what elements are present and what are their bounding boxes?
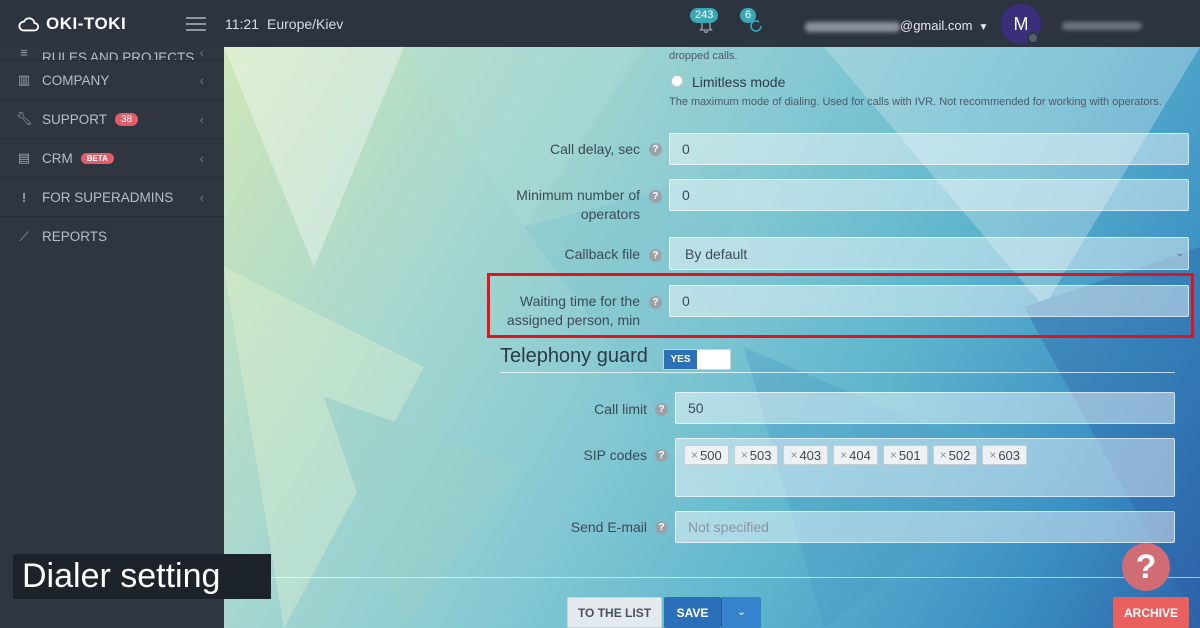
remove-icon[interactable]: ×	[741, 448, 748, 462]
remove-icon[interactable]: ×	[989, 448, 996, 462]
chevron-left-icon: ‹	[199, 47, 204, 60]
limitless-label: Limitless mode	[692, 74, 786, 90]
logo[interactable]: OKI-TOKI	[18, 14, 178, 34]
chevron-left-icon: ‹	[199, 150, 204, 166]
call-limit-label: Call limit	[594, 401, 647, 417]
send-email-label: Send E-mail	[570, 519, 647, 535]
top-bar: OKI-TOKI 11:21 Europe/Kiev 243 6 @gmail.…	[0, 0, 1200, 47]
menu-toggle-icon[interactable]	[186, 16, 206, 31]
help-icon[interactable]: ?	[649, 190, 662, 203]
sip-code-tag[interactable]: × 503	[733, 445, 779, 465]
wrench-icon: 🔧︎	[15, 111, 33, 126]
sidebar-item-label: SUPPORT	[42, 111, 108, 127]
help-icon[interactable]: ?	[655, 449, 668, 462]
chevron-down-icon: ⌄	[1175, 248, 1184, 259]
support-badge: 38	[115, 112, 139, 126]
sidebar-item-reports[interactable]: ⟋ REPORTS	[0, 217, 224, 256]
sip-code-tag[interactable]: × 501	[882, 445, 928, 465]
email-domain: @gmail.com	[900, 18, 973, 33]
sidebar-item-label: REPORTS	[42, 229, 108, 244]
exclamation-icon: !	[21, 189, 27, 205]
help-fab-icon[interactable]: ?	[1122, 543, 1170, 591]
help-icon[interactable]: ?	[655, 521, 668, 534]
chevron-left-icon: ‹	[199, 111, 204, 127]
telephony-guard-title: Telephony guard	[500, 345, 648, 367]
calls-button[interactable]: 6	[740, 8, 770, 38]
chevron-left-icon: ‹	[199, 72, 204, 88]
sidebar: ≡ RULES AND PROJECTS ‹ ▥ COMPANY ‹ 🔧︎ SU…	[0, 47, 224, 628]
call-delay-label: Call delay, sec	[549, 141, 640, 157]
crm-icon: ▤	[17, 150, 31, 165]
remove-icon[interactable]: ×	[940, 448, 947, 462]
sidebar-item-company[interactable]: ▥ COMPANY ‹	[0, 61, 224, 100]
timezone: Europe/Kiev	[267, 15, 344, 32]
min-operators-input[interactable]: 0	[669, 179, 1189, 211]
clock-time: 11:21	[225, 15, 259, 32]
callback-file-value: By default	[685, 245, 748, 262]
telephony-guard-toggle[interactable]: YES	[663, 349, 731, 370]
username-blurred	[1062, 22, 1142, 30]
remove-icon[interactable]: ×	[840, 448, 847, 462]
sidebar-item-label: RULES AND PROJECTS	[42, 50, 195, 61]
callback-file-label: Callback file	[564, 246, 640, 262]
chart-icon: ▥	[17, 72, 31, 87]
footer-divider	[224, 577, 1200, 578]
chevron-down-icon: ⌄	[737, 607, 746, 618]
sidebar-item-superadmins[interactable]: ! FOR SUPERADMINS ‹	[0, 178, 224, 217]
sip-codes-label: SIP codes	[583, 447, 647, 463]
section-divider	[500, 372, 1175, 373]
sidebar-item-rules[interactable]: ≡ RULES AND PROJECTS ‹	[0, 47, 224, 61]
save-button[interactable]: SAVE	[664, 597, 721, 628]
notifications-button[interactable]: 243	[690, 8, 720, 38]
help-icon[interactable]: ?	[649, 143, 662, 156]
send-email-input[interactable]: Not specified	[675, 511, 1175, 543]
sidebar-item-crm[interactable]: ▤ CRM BETA ‹	[0, 139, 224, 178]
help-icon[interactable]: ?	[649, 249, 662, 262]
save-dropdown-button[interactable]: ⌄	[721, 597, 761, 628]
help-icon[interactable]: ?	[655, 403, 668, 416]
sip-code-tag[interactable]: × 404	[833, 445, 878, 465]
sidebar-item-label: FOR SUPERADMINS	[42, 189, 174, 205]
remove-icon[interactable]: ×	[691, 448, 698, 462]
cloud-icon	[18, 16, 40, 31]
dropped-calls-text: dropped calls.	[669, 50, 738, 62]
calls-count: 6	[740, 8, 757, 23]
archive-button[interactable]: ARCHIVE	[1113, 597, 1189, 628]
sip-code-tag[interactable]: × 502	[932, 445, 978, 465]
sip-code-tag[interactable]: × 500	[684, 445, 729, 465]
email-blurred	[805, 21, 900, 32]
chevron-down-icon: ▼	[978, 22, 989, 33]
highlight-box	[487, 273, 1194, 338]
caption-label: Dialer setting	[13, 554, 271, 599]
sidebar-item-label: COMPANY	[42, 72, 110, 88]
call-delay-input[interactable]: 0	[669, 133, 1189, 165]
logo-text: OKI-TOKI	[46, 13, 127, 33]
beta-badge: BETA	[80, 152, 114, 164]
callback-file-select[interactable]: By default ⌄	[669, 237, 1189, 270]
chevron-left-icon: ‹	[199, 189, 204, 205]
sidebar-item-support[interactable]: 🔧︎ SUPPORT 38 ‹	[0, 100, 224, 139]
status-dot	[1027, 32, 1039, 44]
limitless-description: The maximum mode of dialing. Used for ca…	[669, 96, 1162, 108]
sidebar-item-label: CRM	[42, 150, 73, 166]
rules-icon: ≡	[20, 47, 28, 60]
account-menu[interactable]: @gmail.com ▼	[805, 18, 988, 33]
to-the-list-button[interactable]: TO THE LIST	[567, 597, 662, 628]
line-chart-icon: ⟋	[19, 228, 29, 244]
sip-code-tag[interactable]: × 603	[982, 445, 1028, 465]
remove-icon[interactable]: ×	[890, 448, 897, 462]
limitless-radio[interactable]	[671, 75, 683, 87]
min-operators-label: Minimum number of operators	[516, 187, 640, 222]
notifications-count: 243	[690, 8, 719, 23]
toggle-on-label: YES	[664, 350, 697, 369]
call-limit-input[interactable]: 50	[675, 392, 1175, 424]
remove-icon[interactable]: ×	[790, 448, 797, 462]
sip-code-tag[interactable]: × 403	[783, 445, 829, 465]
sip-codes-input[interactable]: × 500 × 503 × 403 × 404 × 501 × 502 × 603	[675, 438, 1175, 497]
